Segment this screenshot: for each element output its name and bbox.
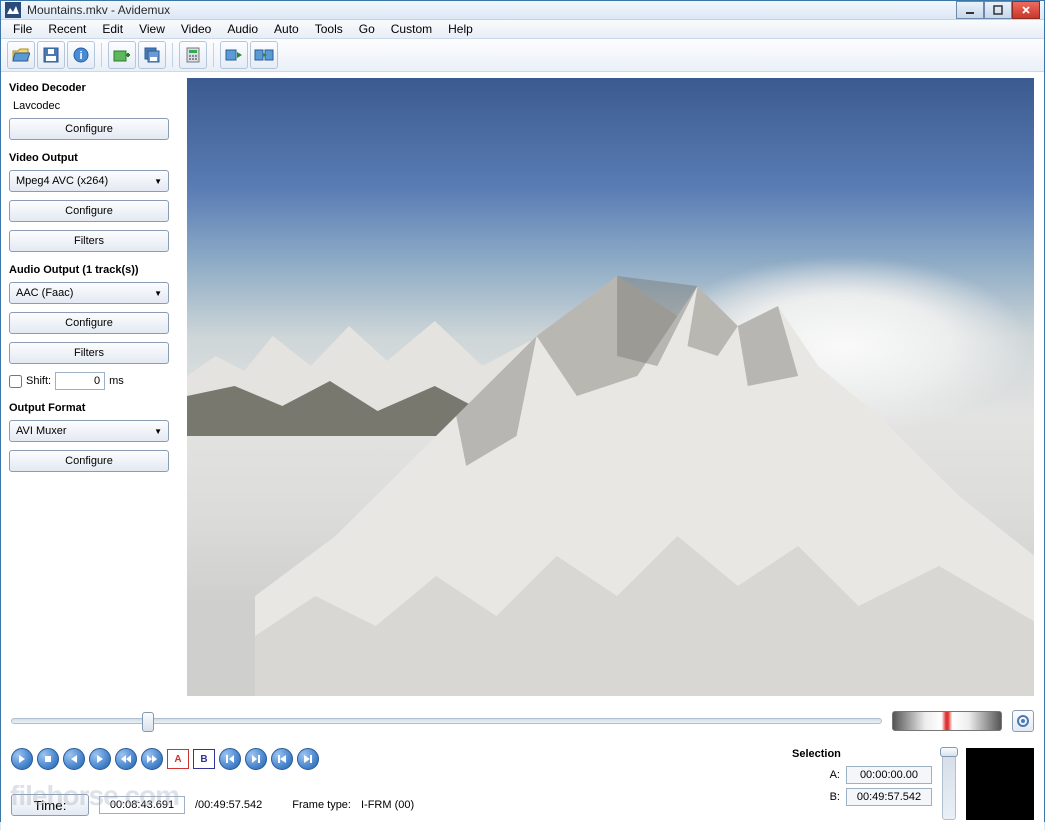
video-filters-button[interactable]: Filters <box>9 230 169 252</box>
append-icon[interactable] <box>108 41 136 69</box>
save-queue-icon[interactable] <box>138 41 166 69</box>
audio-shift-row: Shift: ms <box>9 372 179 390</box>
time-current-field[interactable]: 00:08:43.691 <box>99 796 185 814</box>
time-button[interactable]: Time: <box>11 794 89 816</box>
save-icon[interactable] <box>37 41 65 69</box>
next-keyframe-button[interactable] <box>141 748 163 770</box>
menu-video[interactable]: Video <box>173 20 219 38</box>
calculator-icon[interactable] <box>179 41 207 69</box>
mountain-foreground <box>255 256 1034 696</box>
muxer-select[interactable]: AVI Muxer ▼ <box>9 420 169 442</box>
menubar: File Recent Edit View Video Audio Auto T… <box>1 20 1044 39</box>
shift-unit: ms <box>109 375 124 387</box>
format-configure-button[interactable]: Configure <box>9 450 169 472</box>
menu-help[interactable]: Help <box>440 20 481 38</box>
seek-slider[interactable] <box>11 718 882 724</box>
play-controls: A B <box>11 748 414 770</box>
volume-slider[interactable] <box>942 748 956 820</box>
open-icon[interactable] <box>7 41 35 69</box>
video-output-title: Video Output <box>9 152 179 164</box>
seek-row <box>11 708 1034 734</box>
next-frame-button[interactable] <box>89 748 111 770</box>
prev-frame-button[interactable] <box>63 748 85 770</box>
menu-recent[interactable]: Recent <box>40 20 94 38</box>
jog-wheel[interactable] <box>892 711 1002 731</box>
selection-a-label: A: <box>830 769 840 781</box>
stop-button[interactable] <box>37 748 59 770</box>
selection-b-value: 00:49:57.542 <box>846 788 932 806</box>
menu-audio[interactable]: Audio <box>219 20 266 38</box>
seek-thumb[interactable] <box>142 712 154 732</box>
audio-codec-select[interactable]: AAC (Faac) ▼ <box>9 282 169 304</box>
controls-row: A B Time: 00:08:43.691 /00:49:57.542 Fra… <box>11 748 1034 820</box>
video-decoder-title: Video Decoder <box>9 82 179 94</box>
right-info: Selection A: 00:00:00.00 B: 00:49:57.542 <box>792 748 1034 820</box>
prev-cut-button[interactable] <box>219 748 241 770</box>
video-codec-select[interactable]: Mpeg4 AVC (x264) ▼ <box>9 170 169 192</box>
shift-input[interactable] <box>55 372 105 390</box>
menu-file[interactable]: File <box>5 20 40 38</box>
prev-keyframe-button[interactable] <box>115 748 137 770</box>
selection-block: Selection A: 00:00:00.00 B: 00:49:57.542 <box>792 748 932 810</box>
time-row: Time: 00:08:43.691 /00:49:57.542 Frame t… <box>11 794 414 816</box>
set-marker-b-button[interactable]: B <box>193 749 215 769</box>
bottom-panel: A B Time: 00:08:43.691 /00:49:57.542 Fra… <box>1 702 1044 830</box>
separator <box>101 43 102 67</box>
maximize-button[interactable] <box>984 1 1012 19</box>
output-format-title: Output Format <box>9 402 179 414</box>
play-filtered-icon[interactable] <box>220 41 248 69</box>
menu-tools[interactable]: Tools <box>307 20 351 38</box>
separator <box>172 43 173 67</box>
muxer-value: AVI Muxer <box>16 425 67 437</box>
video-area <box>187 72 1044 702</box>
menu-go[interactable]: Go <box>351 20 383 38</box>
chevron-down-icon: ▼ <box>154 177 162 186</box>
chevron-down-icon: ▼ <box>154 427 162 436</box>
last-frame-button[interactable] <box>297 748 319 770</box>
menu-custom[interactable]: Custom <box>383 20 440 38</box>
titlebar[interactable]: Mountains.mkv - Avidemux <box>1 1 1044 20</box>
chevron-down-icon: ▼ <box>154 289 162 298</box>
info-icon[interactable]: i <box>67 41 95 69</box>
selection-title: Selection <box>792 748 932 760</box>
menu-auto[interactable]: Auto <box>266 20 307 38</box>
set-marker-a-button[interactable]: A <box>167 749 189 769</box>
jog-reset-button[interactable] <box>1012 710 1034 732</box>
audio-filters-button[interactable]: Filters <box>9 342 169 364</box>
app-icon <box>5 2 21 18</box>
minimize-button[interactable] <box>956 1 984 19</box>
video-codec-value: Mpeg4 AVC (x264) <box>16 175 108 187</box>
window-controls <box>956 1 1040 19</box>
shift-checkbox[interactable] <box>9 375 22 388</box>
play-output-icon[interactable] <box>250 41 278 69</box>
selection-a-value: 00:00:00.00 <box>846 766 932 784</box>
play-button[interactable] <box>11 748 33 770</box>
app-window: Mountains.mkv - Avidemux File Recent Edi… <box>0 0 1045 822</box>
audio-codec-value: AAC (Faac) <box>16 287 73 299</box>
content-area: Video Decoder Lavcodec Configure Video O… <box>1 72 1044 702</box>
first-frame-button[interactable] <box>271 748 293 770</box>
time-total: /00:49:57.542 <box>195 799 262 811</box>
window-title: Mountains.mkv - Avidemux <box>27 3 956 17</box>
audio-meter <box>966 748 1034 820</box>
frame-type-label: Frame type: <box>292 799 351 811</box>
toolbar: i <box>1 39 1044 72</box>
audio-output-title: Audio Output (1 track(s)) <box>9 264 179 276</box>
sidebar: Video Decoder Lavcodec Configure Video O… <box>1 72 187 702</box>
menu-edit[interactable]: Edit <box>94 20 131 38</box>
audio-configure-button[interactable]: Configure <box>9 312 169 334</box>
close-button[interactable] <box>1012 1 1040 19</box>
volume-thumb[interactable] <box>940 747 958 757</box>
video-configure-button[interactable]: Configure <box>9 200 169 222</box>
next-cut-button[interactable] <box>245 748 267 770</box>
svg-text:i: i <box>79 50 82 62</box>
decoder-configure-button[interactable]: Configure <box>9 118 169 140</box>
video-decoder-value: Lavcodec <box>9 100 179 112</box>
separator <box>213 43 214 67</box>
frame-type-value: I-FRM (00) <box>361 799 414 811</box>
menu-view[interactable]: View <box>131 20 173 38</box>
selection-b-label: B: <box>830 791 840 803</box>
video-preview[interactable] <box>187 78 1034 696</box>
shift-label: Shift: <box>26 375 51 387</box>
